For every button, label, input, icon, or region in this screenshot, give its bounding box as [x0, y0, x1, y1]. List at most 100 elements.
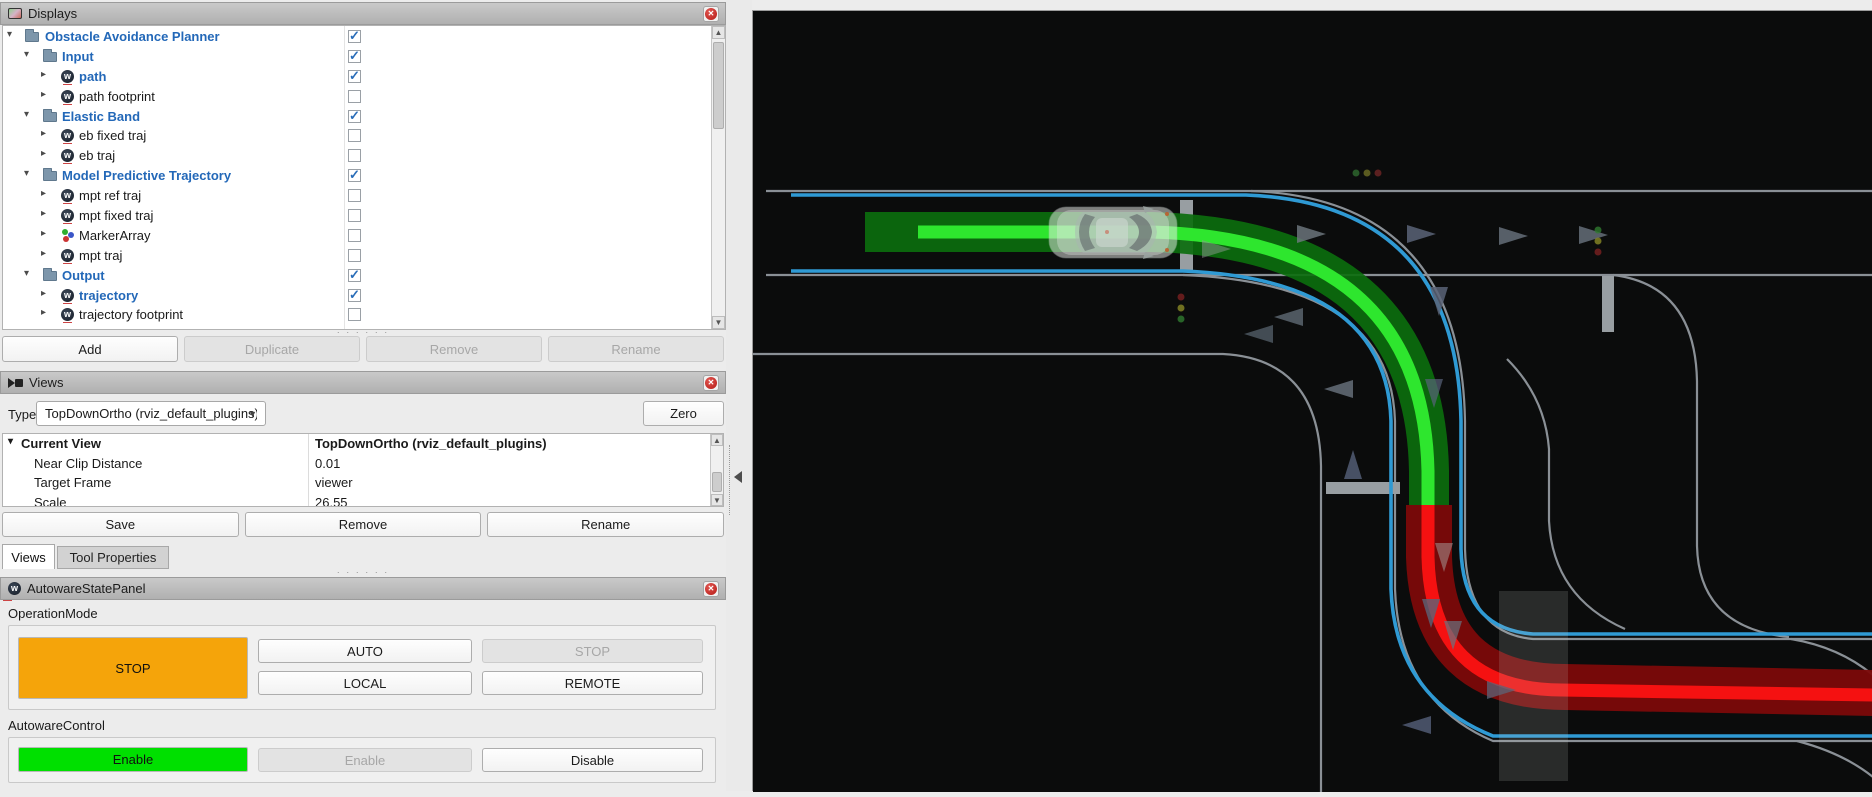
- expanded-icon[interactable]: ▾: [24, 168, 29, 179]
- tree-row[interactable]: ▸wmpt fixed traj: [3, 206, 711, 226]
- display-label[interactable]: path footprint: [79, 89, 155, 104]
- collapsed-icon[interactable]: ▸: [41, 208, 46, 219]
- scroll-up-icon[interactable]: ▲: [712, 26, 725, 39]
- scroll-down-icon[interactable]: ▼: [711, 494, 723, 506]
- remote-button[interactable]: REMOTE: [482, 671, 703, 695]
- enable-button[interactable]: Enable: [258, 748, 472, 772]
- property-value[interactable]: 0.01: [315, 456, 340, 471]
- tree-row[interactable]: ▾ Output: [3, 266, 711, 286]
- tree-row[interactable]: ▸ MarkerArray: [3, 226, 711, 246]
- views-save-button[interactable]: Save: [2, 512, 239, 537]
- display-label[interactable]: eb traj: [79, 148, 115, 163]
- displays-remove-button[interactable]: Remove: [366, 336, 542, 362]
- enabled-checkbox[interactable]: [348, 269, 361, 282]
- view-properties-table[interactable]: ▾Current ViewTopDownOrtho (rviz_default_…: [2, 433, 724, 507]
- disable-button[interactable]: Disable: [482, 748, 703, 772]
- displays-rename-button[interactable]: Rename: [548, 336, 724, 362]
- tab-views[interactable]: Views: [2, 544, 55, 569]
- panel-resize-handle[interactable]: · · · · · ·: [330, 330, 396, 335]
- property-value[interactable]: TopDownOrtho (rviz_default_plugins): [315, 436, 547, 451]
- expanded-icon[interactable]: ▾: [24, 109, 29, 120]
- collapsed-icon[interactable]: ▸: [41, 128, 46, 139]
- property-row[interactable]: ▾Current ViewTopDownOrtho (rviz_default_…: [3, 436, 712, 456]
- enabled-checkbox[interactable]: [348, 110, 361, 123]
- property-row[interactable]: Near Clip Distance0.01: [3, 456, 712, 476]
- views-panel-titlebar[interactable]: Views ✕: [0, 371, 726, 394]
- tree-row[interactable]: ▸wmpt ref traj: [3, 186, 711, 206]
- dock-splitter[interactable]: [726, 0, 752, 791]
- collapsed-icon[interactable]: ▸: [41, 288, 46, 299]
- display-label[interactable]: Model Predictive Trajectory: [62, 168, 231, 183]
- auto-button[interactable]: AUTO: [258, 639, 472, 663]
- local-button[interactable]: LOCAL: [258, 671, 472, 695]
- display-label[interactable]: path: [79, 69, 106, 84]
- stop-button[interactable]: STOP: [482, 639, 703, 663]
- zero-button[interactable]: Zero: [643, 401, 724, 426]
- expanded-icon[interactable]: ▾: [24, 49, 29, 60]
- display-label[interactable]: trajectory footprint: [79, 307, 183, 322]
- enabled-checkbox[interactable]: [348, 169, 361, 182]
- enabled-checkbox[interactable]: [348, 149, 361, 162]
- displays-duplicate-button[interactable]: Duplicate: [184, 336, 360, 362]
- view-type-select[interactable]: TopDownOrtho (rviz_default_plugins) ▼: [36, 401, 266, 426]
- expanded-icon[interactable]: ▾: [7, 29, 12, 40]
- display-label[interactable]: Input: [62, 49, 94, 64]
- scroll-down-icon[interactable]: ▼: [712, 316, 725, 329]
- collapsed-icon[interactable]: ▸: [41, 148, 46, 159]
- scroll-up-icon[interactable]: ▲: [711, 434, 723, 446]
- display-tree[interactable]: ▾Obstacle Avoidance Planner▾Input▸wpath▸…: [2, 25, 726, 330]
- enabled-checkbox[interactable]: [348, 129, 361, 142]
- tab-tool-properties[interactable]: Tool Properties: [57, 546, 169, 569]
- tree-row[interactable]: ▸wpath: [3, 67, 711, 87]
- enabled-checkbox[interactable]: [348, 209, 361, 222]
- collapsed-icon[interactable]: ▸: [41, 228, 46, 239]
- autoware-close-button[interactable]: ✕: [703, 581, 719, 597]
- enabled-checkbox[interactable]: [348, 308, 361, 321]
- enabled-checkbox[interactable]: [348, 289, 361, 302]
- displays-add-button[interactable]: Add: [2, 336, 178, 362]
- tree-row[interactable]: ▸wpath footprint: [3, 87, 711, 107]
- tree-row[interactable]: ▾ Elastic Band: [3, 107, 711, 127]
- expanded-icon[interactable]: ▾: [24, 268, 29, 279]
- tree-row[interactable]: ▾ Obstacle Avoidance Planner: [3, 27, 711, 47]
- enabled-checkbox[interactable]: [348, 189, 361, 202]
- property-value[interactable]: 26.55: [315, 495, 348, 508]
- enabled-checkbox[interactable]: [348, 90, 361, 103]
- enabled-checkbox[interactable]: [348, 50, 361, 63]
- collapsed-icon[interactable]: ▸: [41, 89, 46, 100]
- collapsed-icon[interactable]: ▸: [41, 307, 46, 318]
- display-label[interactable]: mpt fixed traj: [79, 208, 153, 223]
- views-scrollbar[interactable]: ▲ ▼: [710, 434, 723, 506]
- expanded-icon[interactable]: ▾: [8, 436, 13, 447]
- tree-row[interactable]: ▸wmpt traj: [3, 246, 711, 266]
- tree-row[interactable]: ▸web fixed traj: [3, 126, 711, 146]
- tree-row[interactable]: ▸wtrajectory footprint: [3, 305, 711, 325]
- views-rename-button[interactable]: Rename: [487, 512, 724, 537]
- tree-row[interactable]: ▸wtrajectory: [3, 286, 711, 306]
- display-label[interactable]: Elastic Band: [62, 109, 140, 124]
- enabled-checkbox[interactable]: [348, 229, 361, 242]
- display-label[interactable]: eb fixed traj: [79, 128, 146, 143]
- display-label[interactable]: Obstacle Avoidance Planner: [45, 29, 220, 44]
- display-label[interactable]: Output: [62, 268, 105, 283]
- collapse-dock-icon[interactable]: [734, 471, 742, 483]
- collapsed-icon[interactable]: ▸: [41, 248, 46, 259]
- 3d-viewport[interactable]: [752, 10, 1872, 791]
- displays-close-button[interactable]: ✕: [703, 6, 719, 22]
- enabled-checkbox[interactable]: [348, 30, 361, 43]
- collapsed-icon[interactable]: ▸: [41, 188, 46, 199]
- display-label[interactable]: mpt traj: [79, 248, 122, 263]
- property-row[interactable]: Target Frameviewer: [3, 475, 712, 495]
- displays-scrollbar[interactable]: ▲ ▼: [711, 26, 725, 329]
- display-label[interactable]: mpt ref traj: [79, 188, 141, 203]
- views-remove-button[interactable]: Remove: [245, 512, 482, 537]
- panel-resize-handle[interactable]: · · · · · ·: [330, 570, 396, 575]
- tree-row[interactable]: ▾ Model Predictive Trajectory: [3, 166, 711, 186]
- enabled-checkbox[interactable]: [348, 70, 361, 83]
- property-row[interactable]: Scale26.55: [3, 495, 712, 508]
- tree-row[interactable]: ▸web traj: [3, 146, 711, 166]
- collapsed-icon[interactable]: ▸: [41, 69, 46, 80]
- autoware-panel-titlebar[interactable]: w AutowareStatePanel ✕: [0, 577, 726, 600]
- enabled-checkbox[interactable]: [348, 249, 361, 262]
- display-label[interactable]: MarkerArray: [79, 228, 151, 243]
